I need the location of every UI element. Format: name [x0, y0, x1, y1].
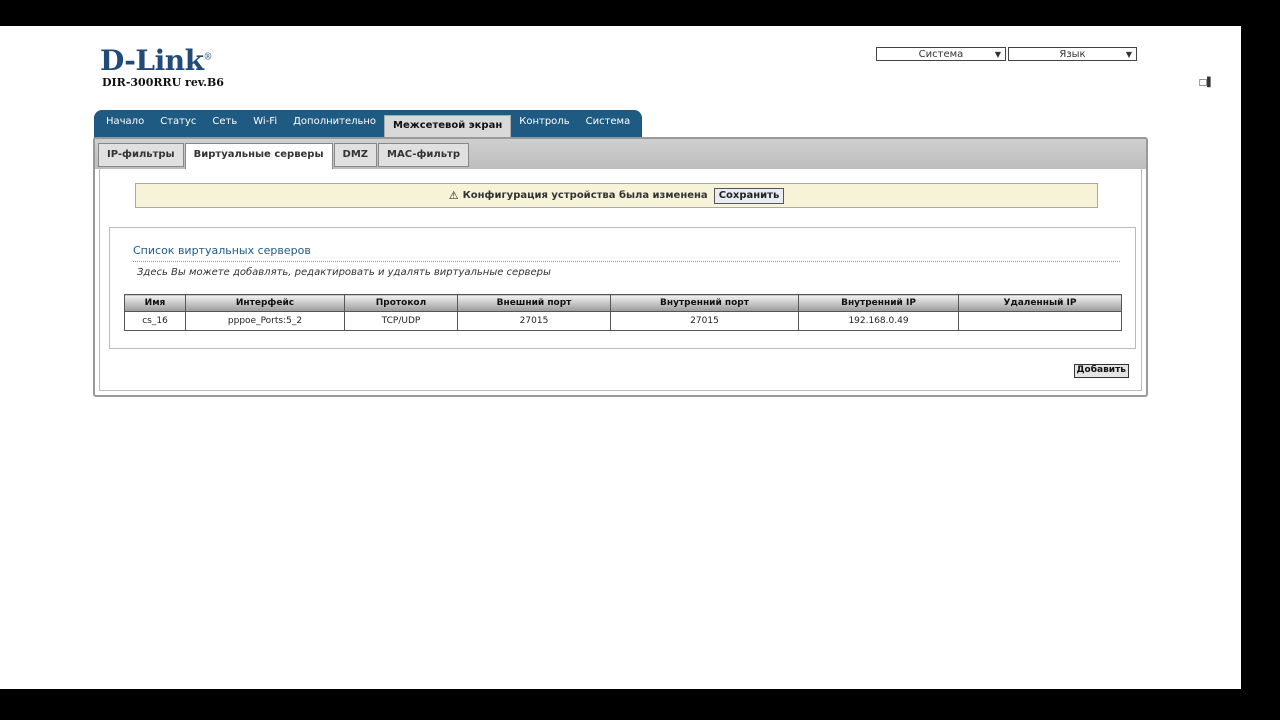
system-select[interactable]: Система ▼	[876, 47, 1006, 61]
column-header-internal-ip[interactable]: Внутренний IP	[798, 294, 959, 312]
section-description: Здесь Вы можете добавлять, редактировать…	[137, 267, 551, 278]
browser-viewport: D-Link® DIR-300RRU rev.B6 Система ▼ Язык ▼…	[0, 26, 1241, 689]
nav-item-advanced[interactable]: Дополнительно	[285, 110, 384, 138]
nav-item-system[interactable]: Система	[578, 110, 639, 138]
config-changed-notice: ⚠ Конфигурация устройства была изменена …	[135, 183, 1098, 208]
virtual-servers-section: Список виртуальных серверов Здесь Вы мож…	[109, 227, 1136, 349]
chevron-down-icon: ▼	[994, 50, 1001, 59]
tab-ip-filters[interactable]: IP-фильтры	[98, 143, 184, 167]
cell-internal-port: 27015	[610, 311, 799, 331]
main-nav: Начало Статус Сеть Wi-Fi Дополнительно М…	[94, 110, 643, 138]
nav-item-control[interactable]: Контроль	[511, 110, 577, 138]
column-header-external-port[interactable]: Внешний порт	[457, 294, 611, 312]
panel-content: ⚠ Конфигурация устройства была изменена …	[99, 169, 1142, 391]
column-header-name[interactable]: Имя	[124, 294, 186, 312]
nav-item-firewall[interactable]: Межсетевой экран	[384, 114, 512, 138]
tab-mac-filter[interactable]: MAC-фильтр	[378, 143, 469, 167]
virtual-servers-table: Имя Интерфейс Протокол Внешний порт Внут…	[124, 294, 1122, 331]
nav-item-wifi[interactable]: Wi-Fi	[245, 110, 285, 138]
add-button[interactable]: Добавить	[1073, 364, 1129, 378]
section-title: Список виртуальных серверов	[133, 244, 311, 257]
nav-item-status[interactable]: Статус	[152, 110, 204, 138]
warning-icon: ⚠	[448, 189, 459, 202]
cell-remote-ip	[958, 311, 1122, 331]
column-header-internal-port[interactable]: Внутренний порт	[610, 294, 799, 312]
nav-item-network[interactable]: Сеть	[204, 110, 245, 138]
save-button[interactable]: Сохранить	[713, 187, 785, 204]
nav-item-start[interactable]: Начало	[98, 110, 152, 138]
cell-protocol: TCP/UDP	[344, 311, 458, 331]
table-row[interactable]: cs_16 pppoe_Ports:5_2 TCP/UDP 27015 2701…	[124, 311, 1122, 331]
sub-tabs: IP-фильтры Виртуальные серверы DMZ MAC-ф…	[98, 143, 470, 170]
device-model: DIR-300RRU rev.B6	[102, 76, 224, 89]
cell-external-port: 27015	[457, 311, 611, 331]
table-header-row: Имя Интерфейс Протокол Внешний порт Внут…	[124, 294, 1122, 312]
column-header-interface[interactable]: Интерфейс	[185, 294, 345, 312]
cell-interface: pppoe_Ports:5_2	[185, 311, 345, 331]
corner-mark: □▌	[1198, 78, 1214, 88]
chevron-down-icon: ▼	[1125, 50, 1132, 59]
column-header-remote-ip[interactable]: Удаленный IP	[958, 294, 1122, 312]
dlink-logo: D-Link®	[100, 44, 213, 77]
cell-name: cs_16	[124, 311, 186, 331]
cell-internal-ip: 192.168.0.49	[798, 311, 959, 331]
column-header-protocol[interactable]: Протокол	[344, 294, 458, 312]
notice-text: Конфигурация устройства была изменена	[462, 190, 708, 201]
tab-virtual-servers[interactable]: Виртуальные серверы	[184, 143, 333, 170]
section-divider	[133, 261, 1120, 262]
firewall-panel: IP-фильтры Виртуальные серверы DMZ MAC-ф…	[93, 137, 1148, 397]
language-select[interactable]: Язык ▼	[1008, 47, 1137, 61]
tab-dmz[interactable]: DMZ	[333, 143, 378, 167]
